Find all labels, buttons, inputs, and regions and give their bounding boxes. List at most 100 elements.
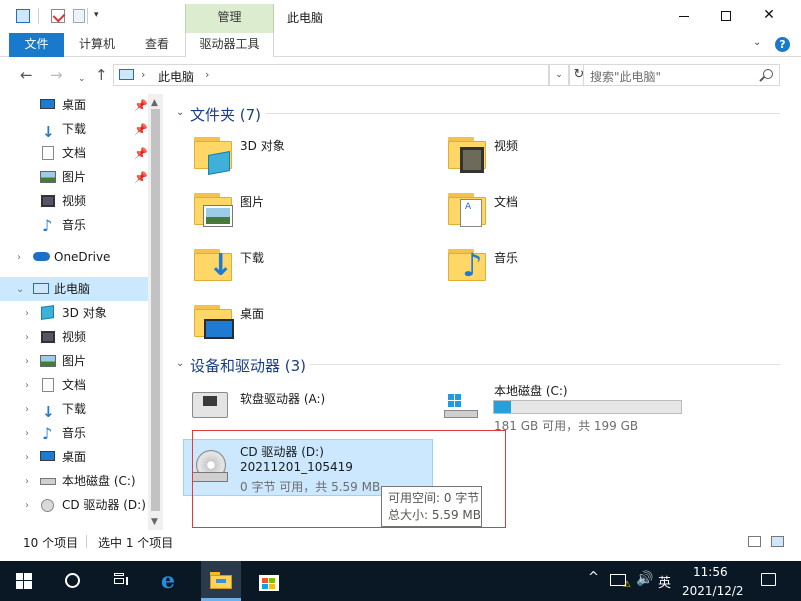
up-arrow-icon[interactable]: ↑ bbox=[95, 67, 108, 83]
tab-view[interactable]: 查看 bbox=[133, 33, 181, 57]
action-center-icon[interactable] bbox=[761, 573, 776, 586]
scrollbar-thumb[interactable] bbox=[151, 109, 160, 511]
clock-time[interactable]: 11:56 bbox=[693, 565, 728, 579]
search-circle-icon[interactable] bbox=[65, 573, 80, 588]
search-input[interactable]: 搜索"此电脑" bbox=[583, 64, 780, 86]
tab-drive-tools[interactable]: 驱动器工具 bbox=[185, 33, 274, 58]
music-icon: ♪ bbox=[42, 216, 53, 235]
network-icon[interactable]: ⚠ bbox=[610, 574, 631, 590]
expand-ribbon-chevron-icon[interactable]: ⌄ bbox=[753, 37, 761, 48]
drives-group-header[interactable]: 设备和驱动器 (3) bbox=[190, 355, 306, 376]
desktop-icon bbox=[204, 319, 234, 339]
folder-label: 下载 bbox=[240, 251, 265, 265]
maximize-icon bbox=[721, 11, 731, 21]
collapse-chevron-icon[interactable]: ⌄ bbox=[176, 358, 184, 369]
expand-chevron-icon[interactable]: › bbox=[25, 500, 29, 511]
music-icon: ♪ bbox=[462, 246, 483, 284]
music-icon: ♪ bbox=[42, 424, 53, 443]
edge-icon[interactable]: e bbox=[161, 568, 175, 594]
expand-chevron-icon[interactable]: › bbox=[25, 380, 29, 391]
close-button[interactable]: ✕ bbox=[746, 2, 792, 30]
forward-arrow-icon[interactable]: → bbox=[50, 67, 63, 83]
breadcrumb-chevron-icon[interactable]: › bbox=[205, 68, 209, 81]
expand-chevron-icon[interactable]: › bbox=[25, 476, 29, 487]
input-method-indicator[interactable]: 英 bbox=[658, 572, 671, 591]
scroll-up-icon[interactable]: ▲ bbox=[151, 98, 158, 108]
computer-icon bbox=[33, 283, 49, 294]
collapse-chevron-icon[interactable]: ⌄ bbox=[176, 107, 184, 118]
collapse-chevron-icon[interactable]: ⌄ bbox=[16, 284, 24, 295]
pin-icon[interactable]: 📌 bbox=[134, 171, 148, 184]
properties-icon[interactable] bbox=[51, 9, 65, 23]
computer-icon[interactable] bbox=[16, 9, 30, 23]
tooltip-free-space: 可用空间: 0 字节 bbox=[388, 491, 480, 505]
pin-icon[interactable]: 📌 bbox=[134, 147, 148, 160]
download-icon: ↓ bbox=[42, 403, 55, 421]
expand-chevron-icon[interactable]: › bbox=[25, 428, 29, 439]
maximize-button[interactable] bbox=[703, 2, 749, 30]
store-icon[interactable] bbox=[259, 571, 279, 591]
folder-desktop[interactable]: 桌面 bbox=[190, 301, 420, 349]
expand-chevron-icon[interactable]: › bbox=[17, 252, 21, 263]
quick-access-separator bbox=[87, 8, 88, 24]
customize-dropdown-icon[interactable]: ▾ bbox=[94, 10, 99, 20]
new-folder-icon[interactable] bbox=[73, 9, 85, 23]
expand-chevron-icon[interactable]: › bbox=[25, 332, 29, 343]
sidebar-item-label: 视频 bbox=[62, 194, 87, 208]
tab-computer[interactable]: 计算机 bbox=[67, 33, 127, 57]
show-hidden-icons-chevron-icon[interactable]: ^ bbox=[588, 570, 599, 585]
tab-file[interactable]: 文件 bbox=[9, 33, 64, 57]
details-view-icon[interactable] bbox=[748, 536, 761, 547]
minimize-button[interactable] bbox=[661, 2, 707, 30]
ribbon-context-label: 管理 bbox=[185, 4, 274, 33]
volume-icon[interactable]: 🔊 bbox=[636, 571, 653, 587]
status-selection: 选中 1 个项目 bbox=[98, 536, 174, 550]
expand-chevron-icon[interactable]: › bbox=[25, 452, 29, 463]
drive-local-disk-c[interactable]: 本地磁盘 (C:) 181 GB 可用，共 199 GB bbox=[440, 380, 690, 434]
breadcrumb-this-pc[interactable]: 此电脑 bbox=[158, 68, 194, 85]
desktop-icon bbox=[40, 99, 55, 109]
documents-icon bbox=[42, 378, 54, 392]
sidebar-item-label: 视频 bbox=[62, 330, 87, 344]
file-explorer-icon[interactable] bbox=[210, 572, 232, 589]
start-icon[interactable] bbox=[16, 573, 32, 589]
help-icon[interactable]: ? bbox=[775, 37, 790, 52]
task-view-icon[interactable] bbox=[112, 573, 128, 589]
videos-icon bbox=[460, 147, 484, 173]
folder-downloads[interactable]: ↓ 下载 bbox=[190, 245, 420, 293]
folder-pictures[interactable]: 图片 bbox=[190, 189, 420, 237]
computer-icon bbox=[119, 69, 134, 80]
sidebar-item-label: 此电脑 bbox=[54, 282, 91, 296]
recent-locations-chevron-icon[interactable]: ⌄ bbox=[78, 71, 86, 87]
navigation-pane-scrollbar[interactable]: ▲ ▼ bbox=[148, 94, 163, 530]
folder-3d-objects[interactable]: 3D 对象 bbox=[190, 133, 420, 181]
folder-videos[interactable]: 视频 bbox=[444, 133, 674, 181]
scroll-down-icon[interactable]: ▼ bbox=[151, 517, 158, 527]
sidebar-item-label: 音乐 bbox=[62, 218, 87, 232]
folder-documents[interactable]: A 文档 bbox=[444, 189, 674, 237]
address-bar[interactable]: › 此电脑 › bbox=[113, 64, 549, 86]
expand-chevron-icon[interactable]: › bbox=[25, 356, 29, 367]
sidebar-item-label: 下载 bbox=[62, 122, 87, 136]
drive-label: 本地磁盘 (C:) bbox=[494, 384, 568, 398]
documents-icon: A bbox=[460, 199, 482, 227]
search-icon bbox=[763, 69, 773, 79]
documents-icon bbox=[42, 146, 54, 160]
folders-group-header[interactable]: 文件夹 (7) bbox=[190, 104, 261, 125]
clock-date[interactable]: 2021/12/2 bbox=[682, 584, 744, 598]
expand-chevron-icon[interactable]: › bbox=[25, 404, 29, 415]
pictures-icon bbox=[203, 205, 233, 227]
breadcrumb-chevron-icon[interactable]: › bbox=[141, 68, 145, 81]
pin-icon[interactable]: 📌 bbox=[134, 99, 148, 112]
address-history-dropdown-icon[interactable]: ⌄ bbox=[549, 64, 569, 86]
expand-chevron-icon[interactable]: › bbox=[25, 308, 29, 319]
large-icons-view-icon[interactable] bbox=[771, 536, 784, 547]
group-divider bbox=[265, 113, 780, 114]
tooltip-total-size: 总大小: 5.59 MB bbox=[388, 508, 481, 522]
pin-icon[interactable]: 📌 bbox=[134, 123, 148, 136]
drive-floppy[interactable]: 软盘驱动器 (A:) bbox=[186, 384, 426, 432]
folder-label: 图片 bbox=[240, 195, 265, 209]
back-arrow-icon[interactable]: ← bbox=[20, 67, 33, 83]
download-icon: ↓ bbox=[42, 123, 55, 141]
folder-music[interactable]: ♪ 音乐 bbox=[444, 245, 674, 293]
